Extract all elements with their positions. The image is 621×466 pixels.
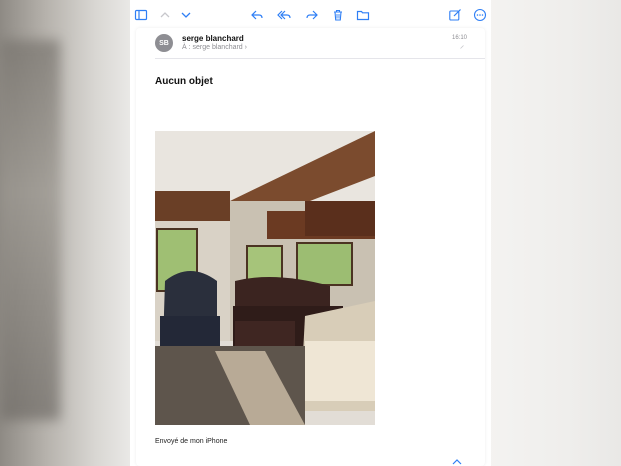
rv-interior-photo[interactable] [155, 131, 375, 425]
mail-toolbar [130, 4, 491, 26]
mail-window: SB serge blanchard À : serge blanchard ›… [130, 0, 491, 466]
recipient-line[interactable]: À : serge blanchard › [182, 44, 247, 51]
blurred-background-right [486, 0, 621, 466]
avatar[interactable]: SB [155, 34, 173, 52]
folder-icon[interactable] [356, 8, 370, 22]
reply-all-icon[interactable] [277, 8, 291, 22]
message-signature: Envoyé de mon iPhone [155, 438, 228, 445]
trash-icon[interactable] [331, 8, 345, 22]
chevron-down-icon[interactable] [179, 8, 193, 22]
sender-name[interactable]: serge blanchard [182, 34, 244, 43]
photo-illustration [155, 131, 375, 425]
message-time: 16:10 [451, 35, 467, 41]
reply-icon[interactable] [250, 8, 264, 22]
more-icon[interactable] [473, 8, 487, 22]
sidebar-icon[interactable] [134, 8, 148, 22]
header-divider [155, 58, 485, 59]
forward-icon[interactable] [305, 8, 319, 22]
blurred-background-left [0, 0, 135, 466]
chevron-up-icon[interactable] [451, 456, 463, 466]
message-card: SB serge blanchard À : serge blanchard ›… [136, 28, 485, 466]
message-subject: Aucun objet [155, 76, 213, 87]
chevron-up-icon[interactable] [158, 8, 172, 22]
paperclip-icon [460, 45, 464, 49]
compose-icon[interactable] [448, 8, 462, 22]
